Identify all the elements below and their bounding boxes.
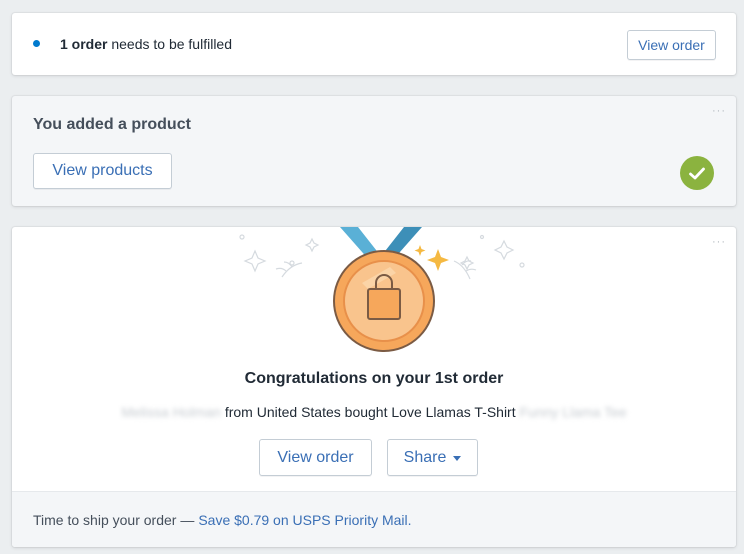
view-order-button[interactable]: View order <box>259 439 372 476</box>
order-count: 1 order <box>60 36 108 52</box>
view-products-button[interactable]: View products <box>33 153 172 189</box>
footer-text: Time to ship your order — <box>33 511 195 528</box>
view-order-button-top[interactable]: View order <box>627 30 716 60</box>
product-added-card: You added a product ··· View products <box>12 96 736 206</box>
shipping-discount-link[interactable]: Save $0.79 on USPS Priority Mail. <box>198 512 411 528</box>
product-variant: Funny Llama Tee <box>519 404 627 420</box>
medal-illustration <box>239 227 525 352</box>
order-summary-middle: from United States bought Love Llamas T-… <box>224 404 516 420</box>
notification-dot <box>33 40 40 47</box>
caret-down-icon <box>453 456 462 461</box>
order-notice-message: needs to be fulfilled <box>111 36 232 52</box>
first-order-card: ··· Congratulations on your 1st order Me… <box>12 227 736 547</box>
share-label: Share <box>403 448 447 466</box>
share-button[interactable]: Share <box>387 439 478 476</box>
product-card-title: You added a product <box>33 116 191 133</box>
order-notice-card: 1 order needs to be fulfilled View order <box>12 13 736 75</box>
card-footer: Time to ship your order — Save $0.79 on … <box>12 491 736 547</box>
order-notice-text: 1 order needs to be fulfilled <box>60 35 232 53</box>
checkmark-icon <box>680 156 714 190</box>
customer-name: Melissa Holman <box>121 404 221 420</box>
more-options-icon[interactable]: ··· <box>712 106 726 117</box>
more-options-icon[interactable]: ··· <box>712 237 726 248</box>
congrats-title: Congratulations on your 1st order <box>244 370 504 387</box>
order-summary-text: Melissa Holman from United States bought… <box>12 404 736 420</box>
